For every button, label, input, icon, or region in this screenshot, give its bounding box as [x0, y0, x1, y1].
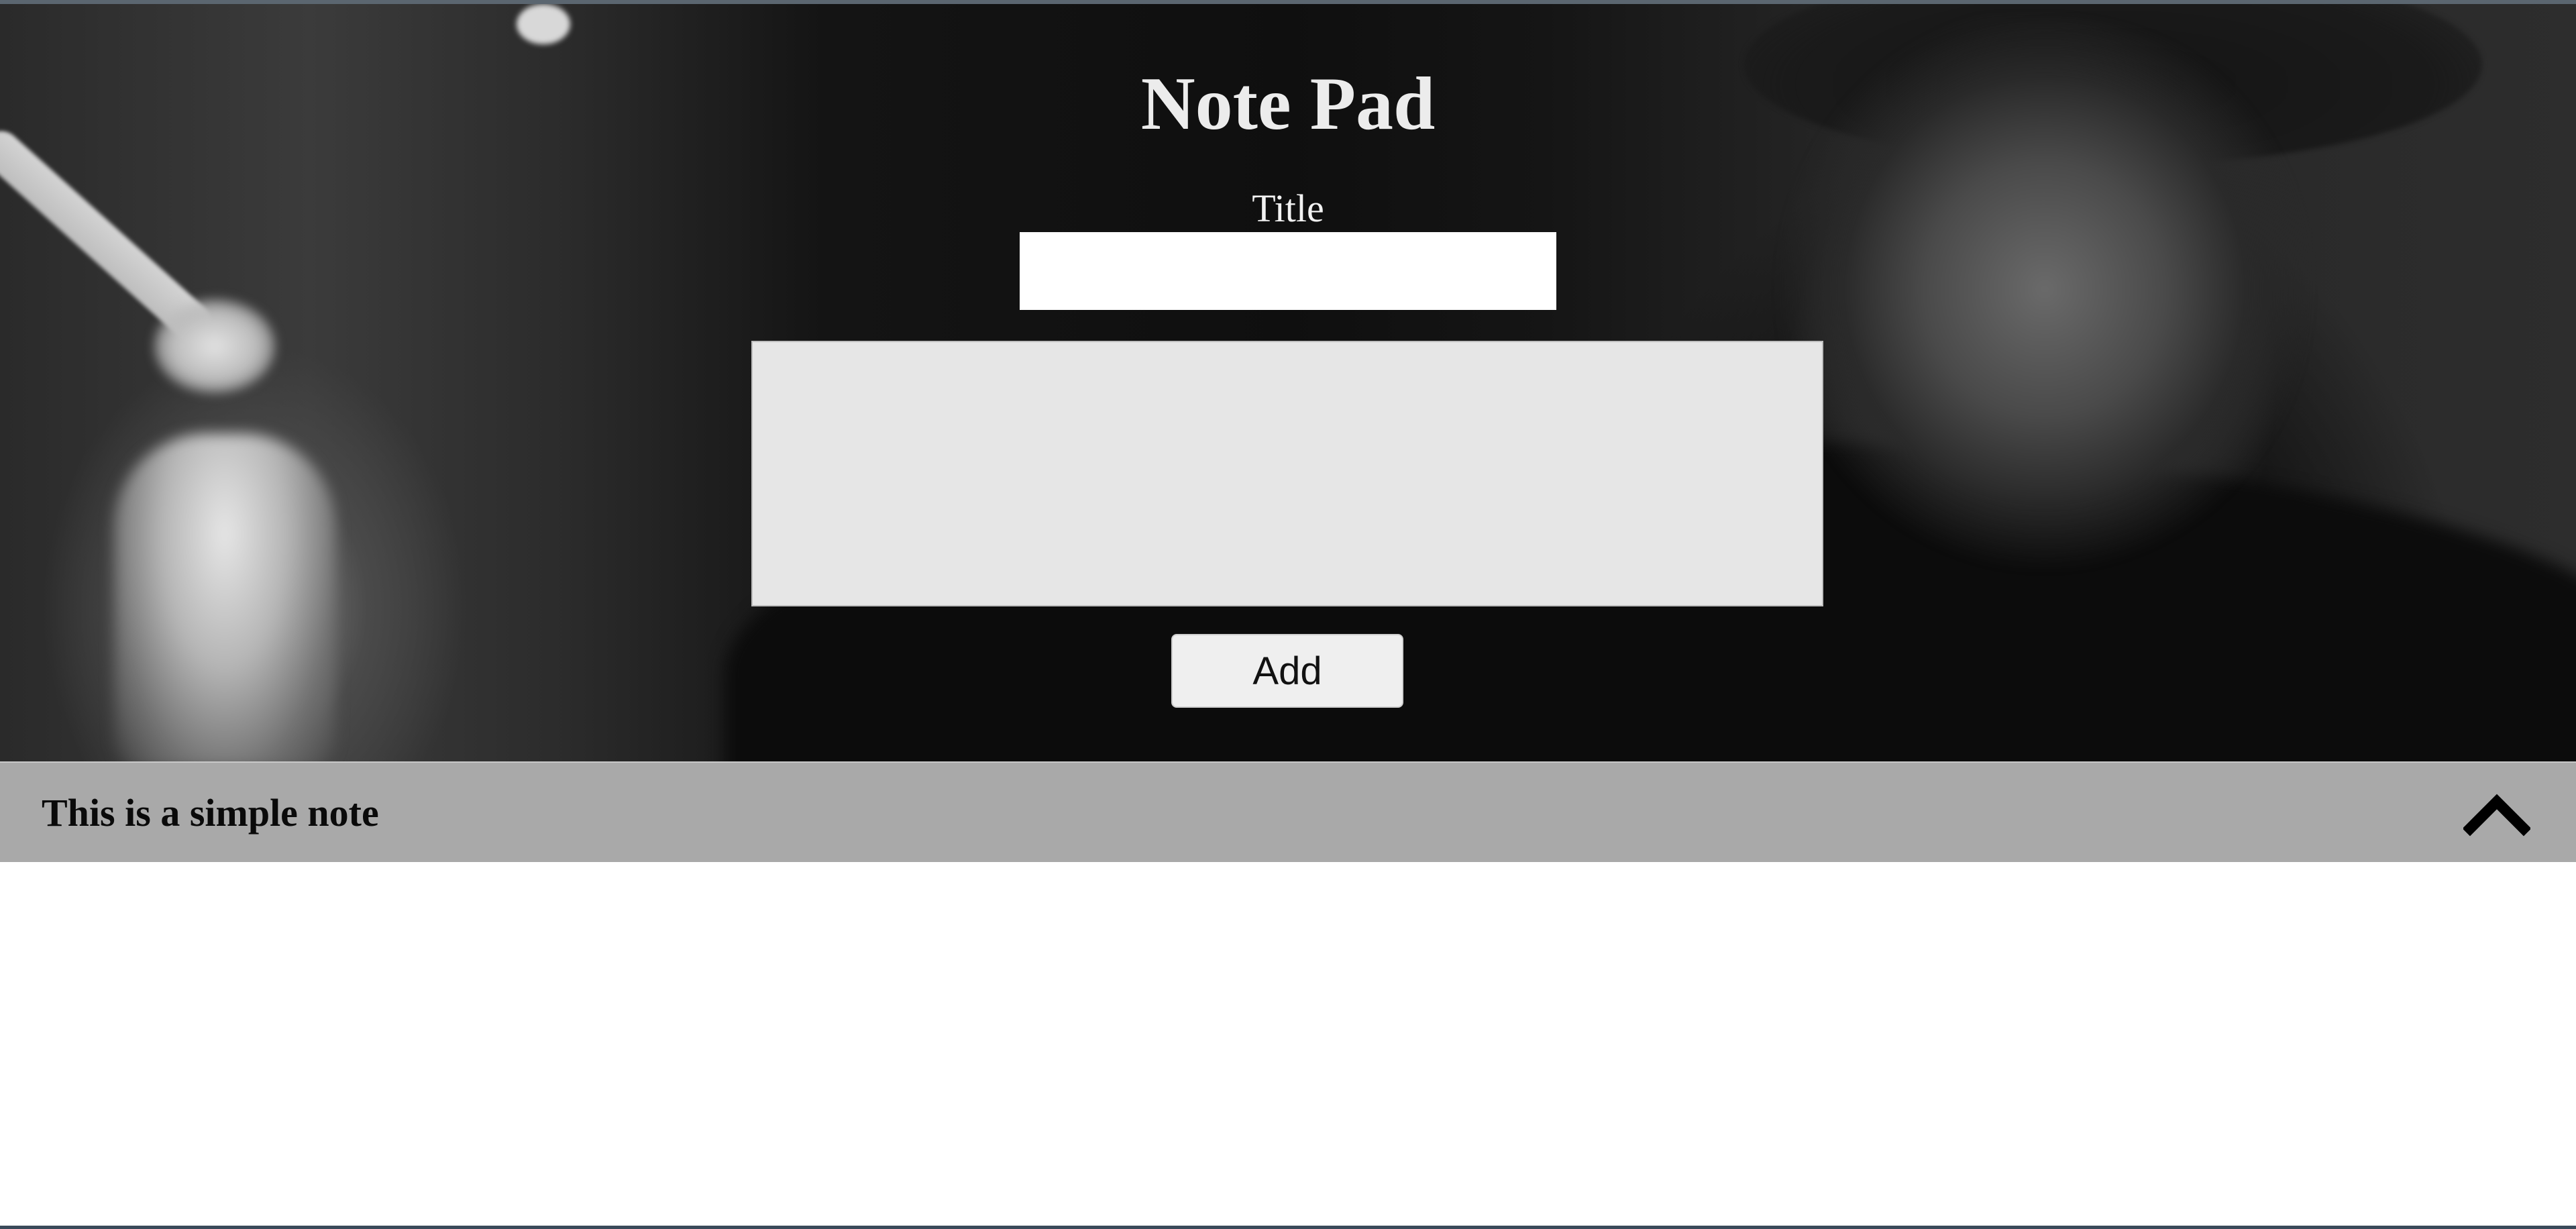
background-photo-lamp-top — [154, 299, 275, 393]
background-photo-lamp-body — [114, 433, 335, 761]
background-photo-light-spot — [517, 4, 570, 44]
title-label: Title — [1252, 186, 1324, 230]
note-header: This is a simple note — [0, 761, 2576, 862]
page-title: Note Pad — [1140, 62, 1436, 146]
note-body-textarea[interactable] — [751, 341, 1823, 606]
note-title: This is a simple note — [42, 791, 379, 835]
note-body — [0, 862, 2576, 1226]
chevron-up-icon-graphic — [2462, 794, 2532, 837]
chevron-up-icon[interactable] — [2462, 788, 2532, 837]
add-button[interactable]: Add — [1171, 634, 1403, 708]
title-input[interactable] — [1020, 232, 1556, 310]
window-bottom-border — [0, 1226, 2576, 1229]
